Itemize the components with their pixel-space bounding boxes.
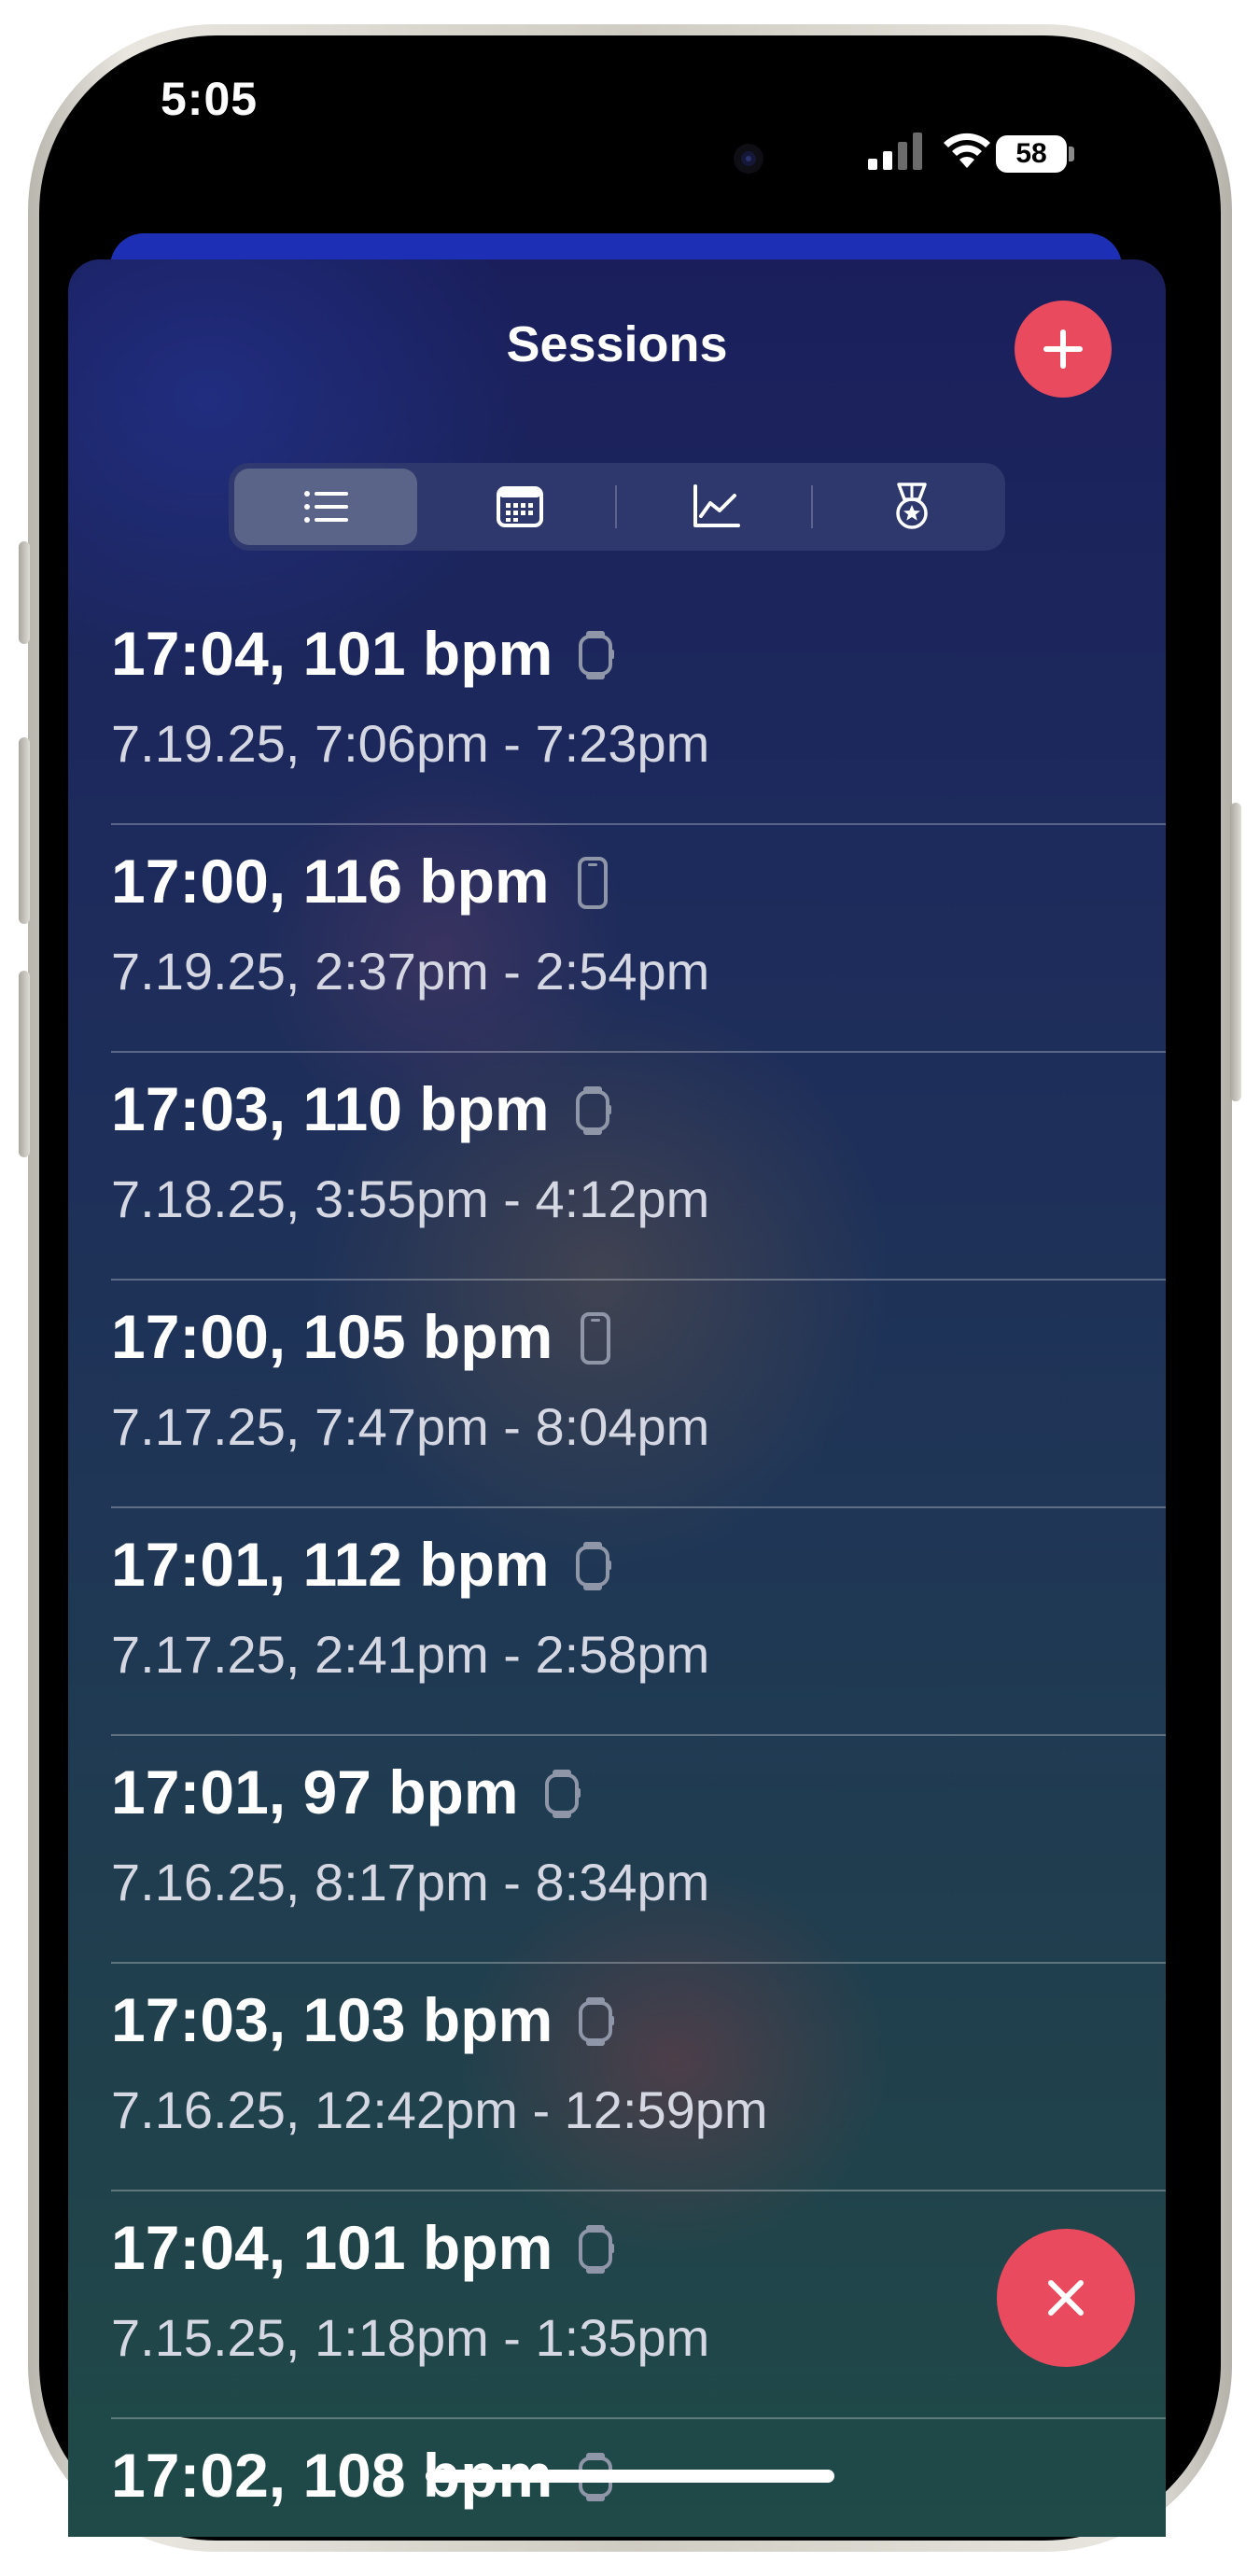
add-session-button[interactable] — [1015, 301, 1112, 398]
view-segmented-control — [229, 463, 1005, 551]
session-title-line: 17:01, 112 bpm — [111, 1527, 613, 1602]
session-title-line: 17:00, 116 bpm — [111, 844, 613, 918]
session-row[interactable]: 17:04, 101 bpm 7.19.25, 7:06pm - 7:23pm — [111, 597, 1166, 825]
session-time-range: 7.16.25, 12:42pm - 12:59pm — [111, 2080, 768, 2139]
home-indicator[interactable] — [426, 2470, 834, 2483]
sessions-sheet: Sessions 17:04, 101 bpm 7.19.25, 7:06pm … — [68, 259, 1166, 2537]
segment-list[interactable] — [234, 469, 417, 545]
session-title: 17:04, 101 bpm — [111, 2213, 553, 2282]
session-time-range: 7.16.25, 8:17pm - 8:34pm — [111, 1853, 710, 1911]
session-title: 17:00, 105 bpm — [111, 1302, 553, 1371]
segment-achievements[interactable] — [820, 469, 1003, 545]
action-button — [19, 541, 30, 644]
cellular-signal-icon — [868, 133, 922, 170]
session-title-line: 17:04, 101 bpm — [111, 616, 616, 691]
segment-divider — [811, 485, 813, 528]
session-title: 17:03, 103 bpm — [111, 1985, 553, 2054]
session-title: 17:01, 112 bpm — [111, 1530, 550, 1599]
session-time-range: 7.18.25, 3:55pm - 4:12pm — [111, 1169, 710, 1228]
session-title: 17:00, 116 bpm — [111, 847, 550, 916]
session-title-line: 17:00, 105 bpm — [111, 1299, 616, 1374]
watch-icon — [575, 1995, 616, 2048]
session-row[interactable]: 17:03, 103 bpm 7.16.25, 12:42pm - 12:59pm — [111, 1964, 1166, 2191]
status-indicators — [868, 131, 1111, 175]
power-button — [1230, 803, 1241, 1101]
segment-divider — [615, 485, 617, 528]
battery-nub — [1069, 147, 1074, 161]
battery-icon: 58 — [996, 135, 1067, 173]
session-title: 17:01, 97 bpm — [111, 1757, 519, 1827]
watch-icon — [572, 1085, 613, 1137]
session-row[interactable]: 17:01, 97 bpm 7.16.25, 8:17pm - 8:34pm — [111, 1736, 1166, 1964]
watch-icon — [575, 629, 616, 681]
front-camera-icon — [721, 131, 777, 187]
wifi-icon — [944, 133, 990, 168]
session-title-line: 17:03, 110 bpm — [111, 1071, 613, 1146]
session-row[interactable]: 17:01, 112 bpm 7.17.25, 2:41pm - 2:58pm — [111, 1508, 1166, 1736]
watch-icon — [541, 1768, 582, 1820]
close-icon — [1048, 2280, 1084, 2316]
session-title: 17:03, 110 bpm — [111, 1074, 550, 1143]
segment-calendar[interactable] — [428, 469, 611, 545]
session-time-range: 7.17.25, 2:41pm - 2:58pm — [111, 1625, 710, 1684]
session-title: 17:04, 101 bpm — [111, 619, 553, 688]
watch-icon — [572, 1540, 613, 1592]
calendar-icon — [497, 486, 543, 527]
session-row[interactable]: 17:03, 110 bpm 7.18.25, 3:55pm - 4:12pm — [111, 1053, 1166, 1281]
phone-icon — [572, 857, 613, 909]
session-title-line: 17:03, 103 bpm — [111, 1982, 616, 2057]
close-button[interactable] — [997, 2229, 1135, 2367]
watch-icon — [575, 2223, 616, 2275]
session-time-range: 7.19.25, 7:06pm - 7:23pm — [111, 714, 710, 773]
medal-icon — [896, 483, 928, 529]
volume-down-button — [19, 971, 30, 1157]
list-icon — [304, 491, 348, 523]
session-title-line: 17:04, 101 bpm — [111, 2210, 616, 2285]
session-time-range: 7.17.25, 7:47pm - 8:04pm — [111, 1397, 710, 1456]
page-title: Sessions — [506, 316, 728, 372]
session-title-line: 17:01, 97 bpm — [111, 1755, 582, 1829]
session-row[interactable]: 17:00, 116 bpm 7.19.25, 2:37pm - 2:54pm — [111, 825, 1166, 1053]
chart-icon — [693, 484, 740, 527]
session-time-range: 7.15.25, 1:18pm - 1:35pm — [111, 2308, 710, 2367]
volume-up-button — [19, 737, 30, 924]
session-time-range: 7.19.25, 2:37pm - 2:54pm — [111, 942, 710, 1001]
session-row[interactable]: 17:00, 105 bpm 7.17.25, 7:47pm - 8:04pm — [111, 1281, 1166, 1508]
segment-chart[interactable] — [624, 469, 807, 545]
plus-icon — [1043, 329, 1083, 369]
phone-icon — [575, 1312, 616, 1365]
status-time: 5:05 — [161, 73, 259, 125]
